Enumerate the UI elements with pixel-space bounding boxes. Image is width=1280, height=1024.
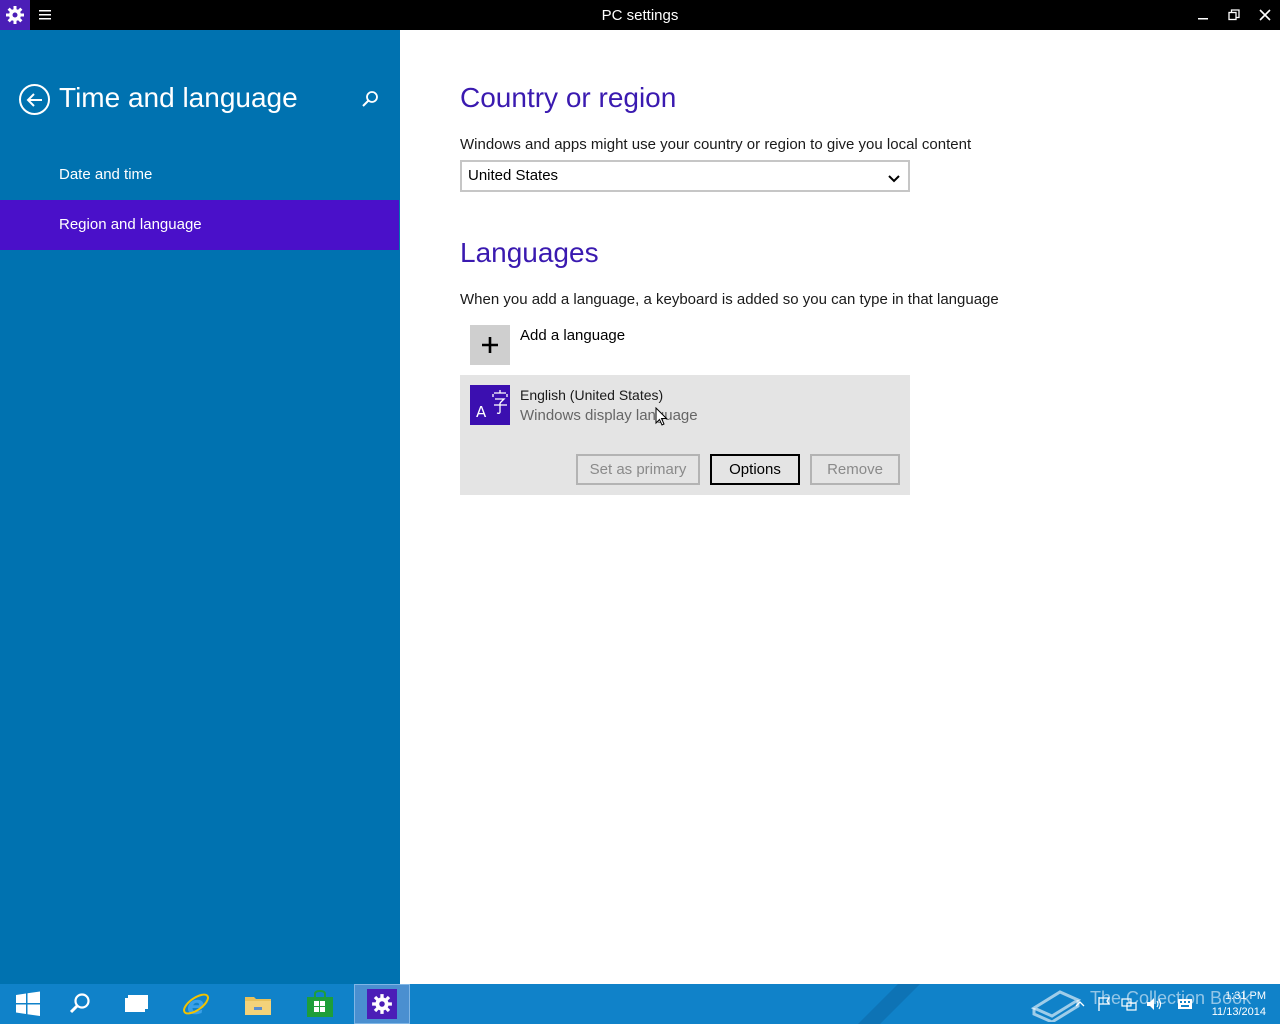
chevron-down-icon	[886, 169, 902, 185]
back-arrow-icon[interactable]	[19, 84, 50, 115]
mouse-cursor-icon	[655, 406, 669, 427]
sidebar-title: Time and language	[59, 82, 298, 113]
internet-explorer-icon[interactable]: e	[168, 984, 224, 1024]
watermark-stripe	[858, 984, 928, 1024]
languages-heading: Languages	[460, 237, 599, 268]
sidebar-item-date-and-time[interactable]: Date and time	[0, 150, 399, 200]
options-button[interactable]: Options	[710, 454, 800, 485]
country-heading: Country or region	[460, 82, 677, 113]
network-icon[interactable]	[1118, 984, 1140, 1024]
file-explorer-icon[interactable]	[230, 984, 286, 1024]
action-center-flag-icon[interactable]	[1094, 984, 1114, 1024]
language-subtitle: Windows display language	[520, 407, 698, 424]
main-content: Country or region Windows and apps might…	[400, 30, 1280, 984]
language-icon: A	[470, 385, 510, 425]
restore-icon[interactable]	[1219, 0, 1249, 30]
add-language-label: Add a language	[520, 327, 626, 344]
svg-text:A: A	[476, 403, 487, 421]
language-item[interactable]: A English (United States) Windows displa…	[460, 375, 910, 495]
taskbar: e The Collection Book 1:31 PM 11/13/2014	[0, 984, 1280, 1024]
close-icon[interactable]	[1250, 0, 1280, 30]
sidebar-item-label: Region and language	[59, 216, 202, 233]
clock-time: 1:31 PM	[1225, 990, 1266, 1002]
languages-description: When you add a language, a keyboard is a…	[460, 291, 999, 308]
store-icon[interactable]	[292, 984, 348, 1024]
start-icon[interactable]	[0, 984, 56, 1024]
keyboard-icon[interactable]	[1174, 984, 1196, 1024]
volume-icon[interactable]	[1142, 984, 1166, 1024]
tray-chevron-up-icon[interactable]	[1072, 984, 1088, 1024]
settings-icon[interactable]	[354, 984, 410, 1024]
add-language-button[interactable]: Add a language	[470, 325, 770, 365]
set-as-primary-button[interactable]: Set as primary	[576, 454, 700, 485]
sidebar-item-label: Date and time	[59, 166, 153, 183]
clock-date: 11/13/2014	[1211, 1006, 1266, 1018]
plus-icon	[470, 325, 510, 365]
window-title: PC settings	[601, 7, 679, 24]
language-name: English (United States)	[520, 387, 664, 403]
remove-button[interactable]: Remove	[810, 454, 900, 485]
sidebar-item-region-and-language[interactable]: Region and language	[0, 200, 399, 250]
system-clock[interactable]: 1:31 PM 11/13/2014	[1212, 988, 1266, 1020]
minimize-icon[interactable]	[1188, 0, 1218, 30]
title-bar: PC settings	[0, 0, 1280, 30]
task-view-icon[interactable]	[108, 984, 164, 1024]
country-select[interactable]: United States	[460, 160, 910, 192]
country-select-value: United States	[468, 167, 559, 184]
search-icon[interactable]	[360, 89, 380, 109]
country-description: Windows and apps might use your country …	[460, 136, 972, 153]
search-icon[interactable]	[52, 984, 108, 1024]
sidebar: Time and language Date and time Region a…	[0, 30, 400, 984]
